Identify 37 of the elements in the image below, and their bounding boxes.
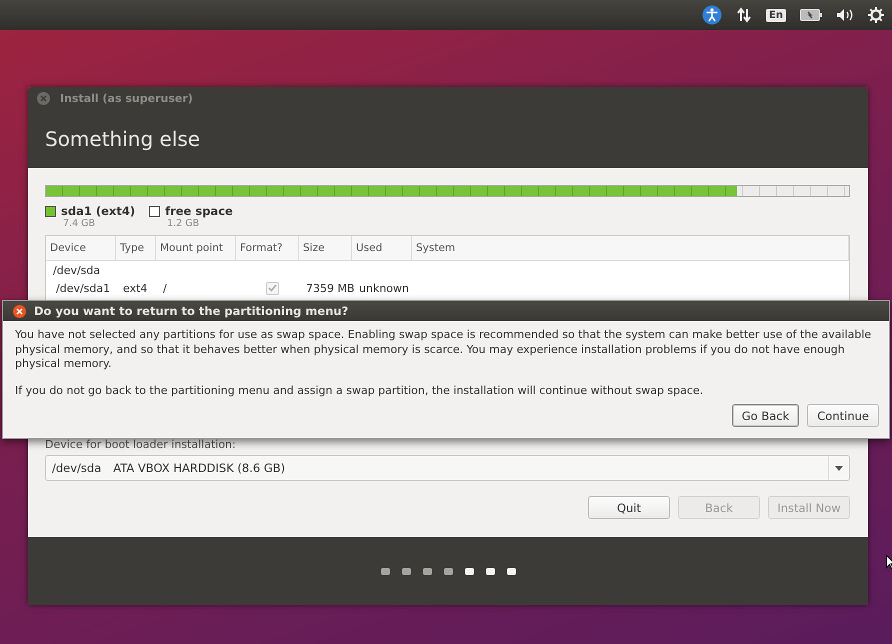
table-cell: 7359 MB	[306, 282, 355, 294]
format-checkbox[interactable]	[266, 282, 278, 294]
column-header[interactable]: Size	[299, 236, 352, 260]
dialog-button[interactable]: Go Back	[732, 404, 800, 427]
keyboard-layout-indicator[interactable]: En	[766, 8, 786, 22]
accessibility-icon[interactable]	[702, 5, 722, 25]
column-header[interactable]: Format?	[236, 236, 299, 260]
dialog-button[interactable]: Continue	[807, 404, 879, 427]
window-title: Install (as superuser)	[60, 92, 193, 105]
column-header[interactable]: Type	[116, 236, 156, 260]
legend-size: 7.4 GB	[63, 218, 96, 229]
dialog-title: Do you want to return to the partitioning menu?	[34, 304, 348, 318]
table-cell: unknown	[359, 282, 409, 294]
wizard-button[interactable]: Quit	[588, 496, 670, 519]
dialog-message: You have not selected any partitions for use as swap space. Enabling swap space is recommended so that the system can make better use of the available physical memory, and so that it behaves better when physical memory is scarce. You may experience installation problems if you do not have enough physical memory.	[15, 328, 872, 372]
page-heading: Something else	[45, 127, 200, 151]
table-cell: /	[163, 282, 167, 294]
mouse-cursor-icon	[886, 555, 892, 569]
legend-label: sda1 (ext4)	[61, 204, 136, 218]
gear-icon[interactable]	[868, 7, 884, 23]
volume-icon[interactable]	[836, 8, 854, 22]
column-header[interactable]: Device	[46, 236, 116, 260]
battery-icon[interactable]	[800, 9, 822, 21]
column-header[interactable]: Used	[352, 236, 412, 260]
caret-icon	[835, 466, 843, 470]
legend-label: free space	[165, 204, 233, 218]
legend-size: 1.2 GB	[167, 218, 200, 229]
column-header[interactable]: Mount point	[156, 236, 236, 260]
boot-device-dropdown[interactable]: /dev/sda ATA VBOX HARDDISK (8.6 GB)	[45, 455, 850, 481]
network-arrows-icon[interactable]	[736, 7, 752, 23]
dialog-message: If you do not go back to the partitioning menu and assign a swap partition, the installation will continue without swap space.	[15, 384, 704, 398]
table-cell: ext4	[123, 282, 148, 294]
boot-loader-label: Device for boot loader installation:	[45, 438, 237, 451]
disk-name: /dev/sda	[52, 264, 100, 276]
column-header[interactable]: System	[412, 236, 849, 260]
close-icon[interactable]	[13, 304, 26, 318]
table-cell: /dev/sda1	[56, 282, 110, 294]
